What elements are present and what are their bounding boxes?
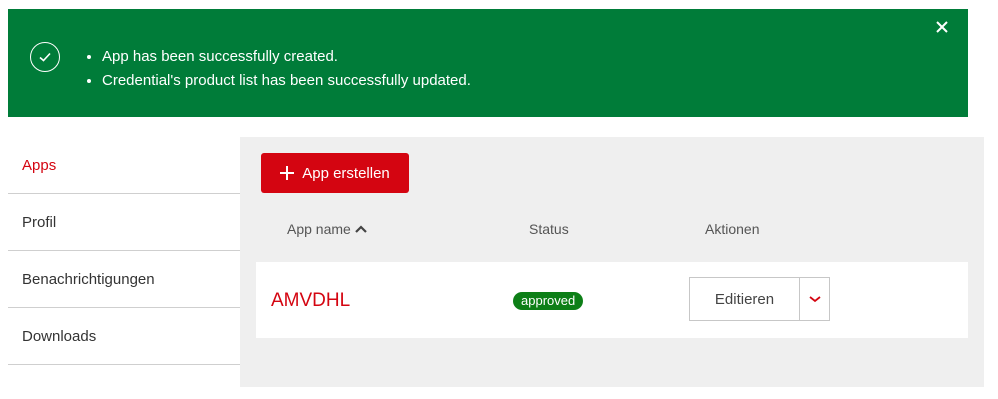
status-badge: approved: [513, 292, 584, 310]
app-name-link[interactable]: AMVDHL: [271, 290, 350, 312]
table-row: AMVDHL approved Editieren: [256, 262, 968, 338]
sidebar: Apps Profil Benachrichtigungen Downloads: [8, 137, 240, 387]
column-header-status: Status: [529, 221, 569, 237]
success-alert: App has been successfully created. Crede…: [8, 9, 968, 117]
edit-button[interactable]: Editieren: [689, 277, 800, 321]
alert-message: App has been successfully created.: [102, 45, 471, 69]
content-area: Apps Profil Benachrichtigungen Downloads…: [8, 137, 984, 387]
check-circle-icon: [30, 42, 60, 72]
alert-messages: App has been successfully created. Crede…: [80, 45, 471, 93]
create-app-button[interactable]: App erstellen: [261, 153, 409, 193]
actions-dropdown-toggle[interactable]: [800, 277, 830, 321]
sidebar-item-benachrichtigungen[interactable]: Benachrichtigungen: [8, 251, 240, 308]
column-header-aktionen: Aktionen: [705, 221, 760, 237]
sidebar-item-profil[interactable]: Profil: [8, 194, 240, 251]
chevron-down-icon: [808, 295, 821, 302]
plus-icon: [280, 166, 295, 180]
close-icon: [936, 21, 948, 33]
close-alert-button[interactable]: [932, 17, 952, 37]
alert-message: Credential's product list has been succe…: [102, 69, 471, 93]
apps-panel: App erstellen App name Status Aktionen A…: [240, 137, 984, 387]
actions-split-button: Editieren: [689, 277, 830, 321]
column-header-app-name[interactable]: App name: [287, 221, 367, 237]
sort-ascending-icon: [355, 225, 367, 233]
sidebar-item-apps[interactable]: Apps: [8, 137, 240, 194]
sidebar-item-downloads[interactable]: Downloads: [8, 308, 240, 365]
create-app-label: App erstellen: [302, 164, 390, 182]
